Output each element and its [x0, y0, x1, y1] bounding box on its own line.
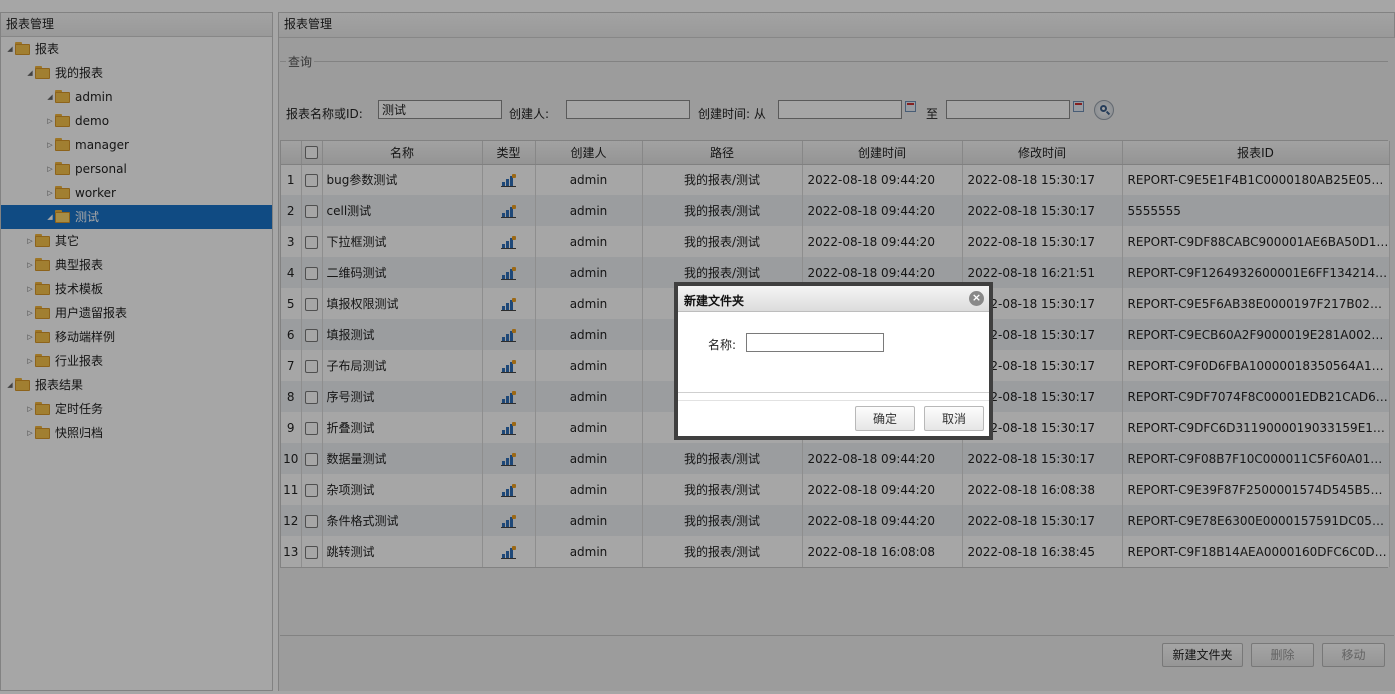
dialog-body: 名称:	[678, 313, 989, 393]
folder-name-input[interactable]	[746, 333, 884, 352]
dialog-titlebar: 新建文件夹 ×	[678, 286, 989, 312]
cancel-button[interactable]: 取消	[924, 406, 984, 431]
new-folder-dialog: 新建文件夹 × 名称: 确定 取消	[674, 282, 993, 440]
ok-button[interactable]: 确定	[855, 406, 915, 431]
folder-name-label: 名称:	[708, 338, 737, 352]
close-icon[interactable]: ×	[969, 291, 984, 306]
dialog-title: 新建文件夹	[684, 294, 745, 308]
